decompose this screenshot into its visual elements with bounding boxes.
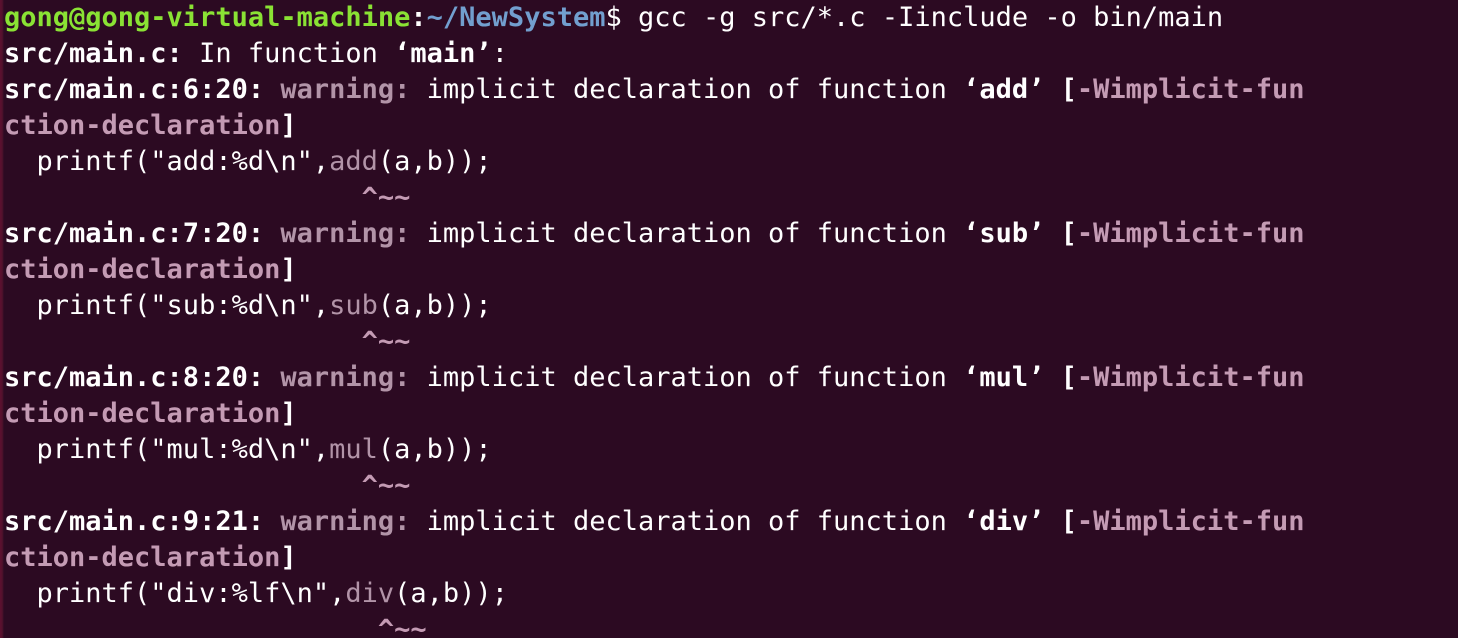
warning-header-line: src/main.c:6:20: warning: implicit decla… (4, 72, 1458, 108)
warning-header-line: src/main.c:8:20: warning: implicit decla… (4, 360, 1458, 396)
warning-option-wrap-line: ction-declaration] (4, 540, 1458, 576)
warning-option-head: -Wimplicit-fun (1076, 506, 1305, 537)
source-prefix: printf("div:%lf\n", (4, 578, 346, 609)
caret-indent (4, 614, 378, 638)
context-location: src/main.c: (4, 38, 183, 69)
source-prefix: printf("sub:%d\n", (4, 290, 330, 321)
caret-indent (4, 182, 362, 213)
caret-indent (4, 326, 362, 357)
warning-source-line: printf("div:%lf\n",div(a,b)); (4, 576, 1458, 612)
warning-option-tail: ction-declaration (4, 542, 281, 573)
warning-option-head: -Wimplicit-fun (1076, 74, 1305, 105)
context-function-name: ‘main’ (394, 38, 492, 69)
warning-source-line: printf("add:%d\n",add(a,b)); (4, 144, 1458, 180)
warning-source-line: printf("sub:%d\n",sub(a,b)); (4, 288, 1458, 324)
warning-location: src/main.c:9:21: (4, 506, 265, 537)
warning-caret-line: ^~~ (4, 324, 1458, 360)
warning-close-bracket: ] (280, 398, 297, 429)
context-tail: : (491, 38, 508, 69)
caret-indent (4, 470, 362, 501)
warning-location: src/main.c:8:20: (4, 362, 265, 393)
warning-option-tail: ction-declaration (4, 398, 281, 429)
warning-message: implicit declaration of function (410, 506, 964, 537)
warning-header-line: src/main.c:9:21: warning: implicit decla… (4, 504, 1458, 540)
warning-function-name: ‘mul’ (963, 362, 1045, 393)
warning-caret-line: ^~~ (4, 612, 1458, 638)
warning-open-bracket: [ (1044, 218, 1077, 249)
context-line: src/main.c: In function ‘main’: (4, 36, 1458, 72)
prompt-sigil: $ (605, 2, 622, 33)
warning-option-tail: ction-declaration (4, 254, 281, 285)
prompt-line: gong@gong-virtual-machine:~/NewSystem$ g… (4, 0, 1458, 36)
context-message: In function (182, 38, 395, 69)
warning-label: warning: (264, 506, 411, 537)
command-text: gcc -g src/*.c -Iinclude -o bin/main (621, 2, 1224, 33)
source-function-name: mul (329, 434, 378, 465)
source-prefix: printf("mul:%d\n", (4, 434, 330, 465)
caret-marker: ^~~ (361, 470, 411, 501)
warning-close-bracket: ] (280, 542, 297, 573)
terminal-window[interactable]: gong@gong-virtual-machine:~/NewSystem$ g… (0, 0, 1458, 638)
warning-source-line: printf("mul:%d\n",mul(a,b)); (4, 432, 1458, 468)
caret-marker: ^~~ (361, 182, 411, 213)
source-function-name: div (345, 578, 395, 609)
terminal-output-area[interactable]: gong@gong-virtual-machine:~/NewSystem$ g… (4, 0, 1458, 638)
warning-location: src/main.c:7:20: (4, 218, 265, 249)
warning-option-head: -Wimplicit-fun (1076, 218, 1305, 249)
warning-message: implicit declaration of function (410, 362, 964, 393)
warning-header-line: src/main.c:7:20: warning: implicit decla… (4, 216, 1458, 252)
source-prefix: printf("add:%d\n", (4, 146, 330, 177)
warning-label: warning: (264, 362, 411, 393)
warning-option-tail: ction-declaration (4, 110, 281, 141)
source-suffix: (a,b)); (377, 290, 492, 321)
warning-open-bracket: [ (1044, 362, 1077, 393)
prompt-user-host: gong@gong-virtual-machine (4, 2, 411, 33)
warning-function-name: ‘div’ (963, 506, 1045, 537)
warning-caret-line: ^~~ (4, 180, 1458, 216)
warning-message: implicit declaration of function (410, 218, 964, 249)
warning-close-bracket: ] (280, 110, 297, 141)
source-function-name: sub (329, 290, 378, 321)
warning-option-wrap-line: ction-declaration] (4, 252, 1458, 288)
source-suffix: (a,b)); (377, 434, 492, 465)
warning-open-bracket: [ (1044, 506, 1077, 537)
source-suffix: (a,b)); (377, 146, 492, 177)
caret-marker: ^~~ (361, 326, 411, 357)
warning-close-bracket: ] (280, 254, 297, 285)
warning-function-name: ‘sub’ (963, 218, 1045, 249)
prompt-path: ~/NewSystem (426, 2, 606, 33)
source-suffix: (a,b)); (394, 578, 508, 609)
warning-label: warning: (264, 218, 411, 249)
warning-message: implicit declaration of function (410, 74, 964, 105)
warning-option-wrap-line: ction-declaration] (4, 396, 1458, 432)
warning-location: src/main.c:6:20: (4, 74, 265, 105)
warning-open-bracket: [ (1044, 74, 1077, 105)
warning-function-name: ‘add’ (963, 74, 1045, 105)
warning-label: warning: (264, 74, 411, 105)
prompt-separator: : (410, 2, 427, 33)
warning-option-head: -Wimplicit-fun (1076, 362, 1305, 393)
source-function-name: add (329, 146, 378, 177)
warning-option-wrap-line: ction-declaration] (4, 108, 1458, 144)
warning-caret-line: ^~~ (4, 468, 1458, 504)
caret-marker: ^~~ (377, 614, 427, 638)
